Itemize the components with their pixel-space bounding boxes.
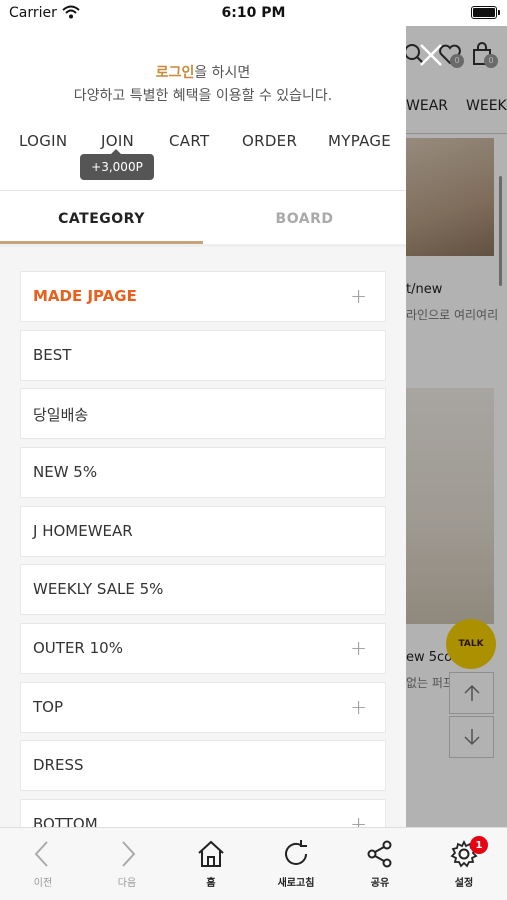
mypage-link[interactable]: MYPAGE [328,132,391,150]
category-label: NEW 5% [33,463,98,481]
chevron-right-icon [111,838,143,870]
category-label: 당일배송 [33,406,89,424]
login-link[interactable]: LOGIN [19,132,67,150]
category-item[interactable]: DRESS [20,740,386,791]
category-item[interactable]: MADE JPAGE + [20,271,386,322]
share-icon [364,838,396,870]
category-item[interactable]: BEST [20,330,386,381]
settings-label: 설정 [454,878,474,889]
chevron-left-icon [27,838,59,870]
active-tab-indicator [0,241,203,244]
clock: 6:10 PM [221,5,286,21]
category-label: MADE JPAGE [33,287,137,305]
category-label: BEST [33,346,72,364]
category-label: TOP [33,698,64,716]
expand-plus-icon[interactable]: + [350,284,367,308]
category-label: J HOMEWEAR [33,522,133,540]
category-item[interactable]: NEW 5% [20,447,386,498]
refresh-button[interactable]: 새로고침 [254,838,338,893]
category-label: WEEKLY SALE 5% [33,580,164,598]
join-link[interactable]: JOIN [101,132,134,150]
settings-button[interactable]: 1 설정 [422,836,506,893]
category-item[interactable]: 당일배송 [20,388,386,439]
category-item[interactable]: OUTER 10% + [20,623,386,674]
expand-plus-icon[interactable]: + [350,636,367,660]
category-label: DRESS [33,756,84,774]
category-item[interactable]: WEEKLY SALE 5% [20,564,386,615]
side-drawer: 로그인을 하시면 다양하고 특별한 혜택을 이용할 수 있습니다. LOGIN … [0,26,406,827]
drawer-tabs: CATEGORY BOARD [0,191,406,246]
back-label: 이전 [33,878,53,889]
refresh-label: 새로고침 [277,878,315,889]
bottom-toolbar: 이전 다음 홈 새로고침 공유 1 설정 [0,827,507,900]
category-label: OUTER 10% [33,639,123,657]
battery-icon [471,6,500,19]
cart-link[interactable]: CART [169,132,209,150]
home-icon [195,838,227,870]
category-item[interactable]: BOTTOM + [20,799,386,827]
refresh-icon [280,838,312,870]
dim-overlay[interactable] [406,26,507,827]
tab-category[interactable]: CATEGORY [0,191,203,246]
login-message-line1: 을 하시면 [194,65,251,81]
join-points-tooltip: +3,000P [80,149,154,180]
expand-plus-icon[interactable]: + [350,812,367,827]
login-message-line2: 다양하고 특별한 혜택을 이용할 수 있습니다. [73,88,333,104]
forward-label: 다음 [117,878,137,889]
expand-plus-icon[interactable]: + [350,695,367,719]
login-highlight[interactable]: 로그인 [156,65,195,81]
status-bar: Carrier 6:10 PM [0,0,507,26]
share-button[interactable]: 공유 [338,838,422,893]
category-item[interactable]: TOP + [20,682,386,733]
home-label: 홈 [206,878,216,889]
category-label: BOTTOM [33,815,98,827]
gear-icon: 1 [448,836,488,870]
account-nav: LOGIN JOIN CART ORDER MYPAGE [0,132,406,154]
tab-board[interactable]: BOARD [203,191,406,246]
category-list: MADE JPAGE + BEST 당일배송 NEW 5% J HOMEWEAR… [0,247,406,827]
close-drawer-button[interactable] [414,38,448,72]
share-label: 공유 [370,878,390,889]
close-icon [420,44,442,66]
home-button[interactable]: 홈 [169,838,253,893]
order-link[interactable]: ORDER [242,132,297,150]
login-message: 로그인을 하시면 다양하고 특별한 혜택을 이용할 수 있습니다. [0,62,406,108]
forward-button[interactable]: 다음 [85,838,169,893]
category-item[interactable]: J HOMEWEAR [20,506,386,557]
back-button[interactable]: 이전 [1,838,85,893]
notification-badge: 1 [470,836,488,854]
